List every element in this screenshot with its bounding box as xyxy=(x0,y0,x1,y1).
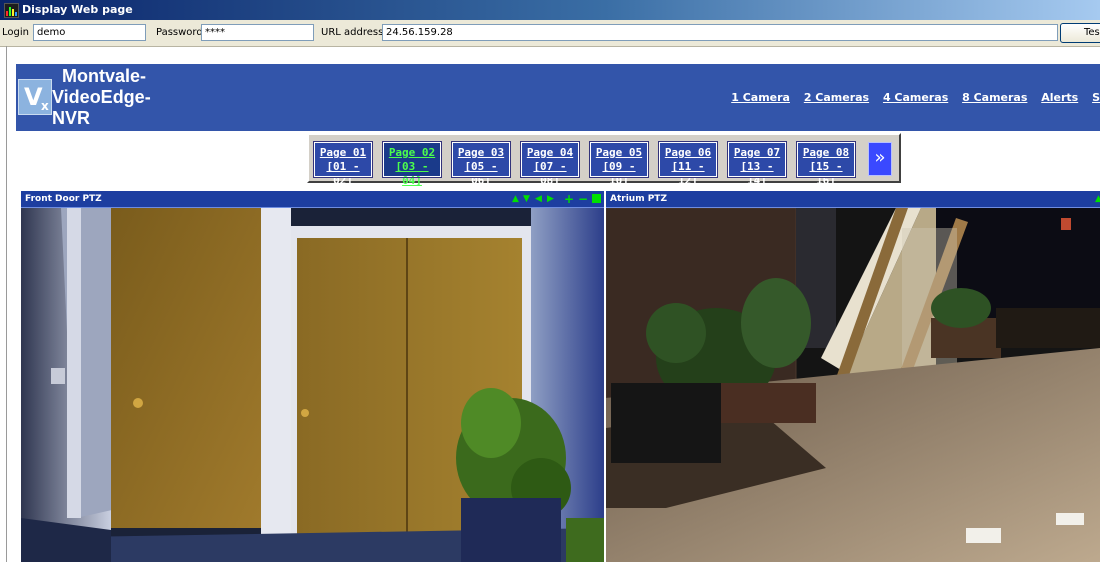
page-label: Page 05 xyxy=(595,146,643,159)
url-field[interactable] xyxy=(382,24,1058,41)
page-label: Page 06 xyxy=(664,146,712,159)
nav-2-cameras[interactable]: 2 Cameras xyxy=(804,91,869,104)
camera-header: Atrium PTZ ▲ xyxy=(606,191,1100,208)
password-label: Password xyxy=(156,27,203,38)
camera-panel-atrium: Atrium PTZ ▲ xyxy=(606,191,1100,562)
page-button-05[interactable]: Page 05 [09 - 10] xyxy=(589,141,649,187)
page-range: [15 - 16] xyxy=(809,160,843,187)
page-button-08[interactable]: Page 08 [15 - 16] xyxy=(796,141,856,187)
nav-8-cameras[interactable]: 8 Cameras xyxy=(962,91,1027,104)
page-range: [01 - 02] xyxy=(326,160,360,187)
page-range: [09 - 10] xyxy=(602,160,636,187)
page-button-06[interactable]: Page 06 [11 - 12] xyxy=(658,141,718,187)
layout-nav: 1 Camera 2 Cameras 4 Cameras 8 Cameras A… xyxy=(721,91,1100,104)
page-button-01[interactable]: Page 01 [01 - 02] xyxy=(313,141,373,187)
camera-title: Atrium PTZ xyxy=(610,194,667,204)
login-toolbar: Login Password URL address Tes xyxy=(0,20,1100,47)
login-field[interactable] xyxy=(33,24,146,41)
double-chevron-right-icon: » xyxy=(874,147,886,168)
server-name-line: Montvale- xyxy=(62,66,147,86)
camera-panel-front-door: Front Door PTZ ▲ ▼ ◀ ▶ + − xyxy=(21,191,604,562)
ptz-status-icon[interactable] xyxy=(592,194,601,203)
server-name: Montvale- VideoEdge- NVR xyxy=(52,66,202,129)
page-button-04[interactable]: Page 04 [07 - 08] xyxy=(520,141,580,187)
next-pages-button[interactable]: » xyxy=(868,142,892,176)
camera-title: Front Door PTZ xyxy=(25,194,102,204)
frame-divider xyxy=(6,46,7,562)
logo-letter: V xyxy=(24,83,43,111)
page-range: [11 - 12] xyxy=(671,160,705,187)
page-label: Page 01 xyxy=(319,146,367,159)
ptz-down-icon[interactable]: ▼ xyxy=(523,191,530,207)
page-button-03[interactable]: Page 03 [05 - 06] xyxy=(451,141,511,187)
page-range: [03 - 04] xyxy=(395,160,429,187)
page-range: [07 - 08] xyxy=(533,160,567,187)
vx-logo: V x xyxy=(18,79,52,115)
nav-4-cameras[interactable]: 4 Cameras xyxy=(883,91,948,104)
window-title: Display Web page xyxy=(22,3,133,16)
page-label: Page 02 xyxy=(388,146,436,159)
login-label: Login xyxy=(2,27,29,38)
ptz-left-icon[interactable]: ◀ xyxy=(535,191,542,207)
header-banner: V x Montvale- VideoEdge- NVR 1 Camera 2 … xyxy=(16,64,1100,131)
zoom-out-icon[interactable]: − xyxy=(578,191,588,207)
app-icon xyxy=(4,3,19,18)
server-name-line: NVR xyxy=(52,108,91,128)
password-field[interactable] xyxy=(201,24,314,41)
page-range: [05 - 06] xyxy=(464,160,498,187)
ptz-right-icon[interactable]: ▶ xyxy=(547,191,554,207)
camera-header: Front Door PTZ ▲ ▼ ◀ ▶ + − xyxy=(21,191,604,208)
page-button-02[interactable]: Page 02 [03 - 04] xyxy=(382,141,442,187)
page-selector: Page 01 [01 - 02] Page 02 [03 - 04] Page… xyxy=(307,133,901,187)
nav-settings[interactable]: S xyxy=(1092,91,1100,104)
server-name-line: VideoEdge- xyxy=(52,87,151,107)
logo-subscript: x xyxy=(41,99,49,113)
page-label: Page 04 xyxy=(526,146,574,159)
url-label: URL address xyxy=(321,27,384,38)
camera-video-front-door[interactable] xyxy=(21,208,604,562)
window-title-bar: Display Web page xyxy=(0,0,1100,20)
ptz-up-icon[interactable]: ▲ xyxy=(1095,191,1100,207)
page-label: Page 08 xyxy=(802,146,850,159)
test-button[interactable]: Tes xyxy=(1060,23,1100,43)
nav-1-camera[interactable]: 1 Camera xyxy=(731,91,790,104)
zoom-in-icon[interactable]: + xyxy=(564,191,574,207)
page-label: Page 03 xyxy=(457,146,505,159)
page-button-07[interactable]: Page 07 [13 - 14] xyxy=(727,141,787,187)
nav-alerts[interactable]: Alerts xyxy=(1041,91,1078,104)
camera-video-atrium[interactable] xyxy=(606,208,1100,562)
ptz-up-icon[interactable]: ▲ xyxy=(512,191,519,207)
page-label: Page 07 xyxy=(733,146,781,159)
page-range: [13 - 14] xyxy=(740,160,774,187)
